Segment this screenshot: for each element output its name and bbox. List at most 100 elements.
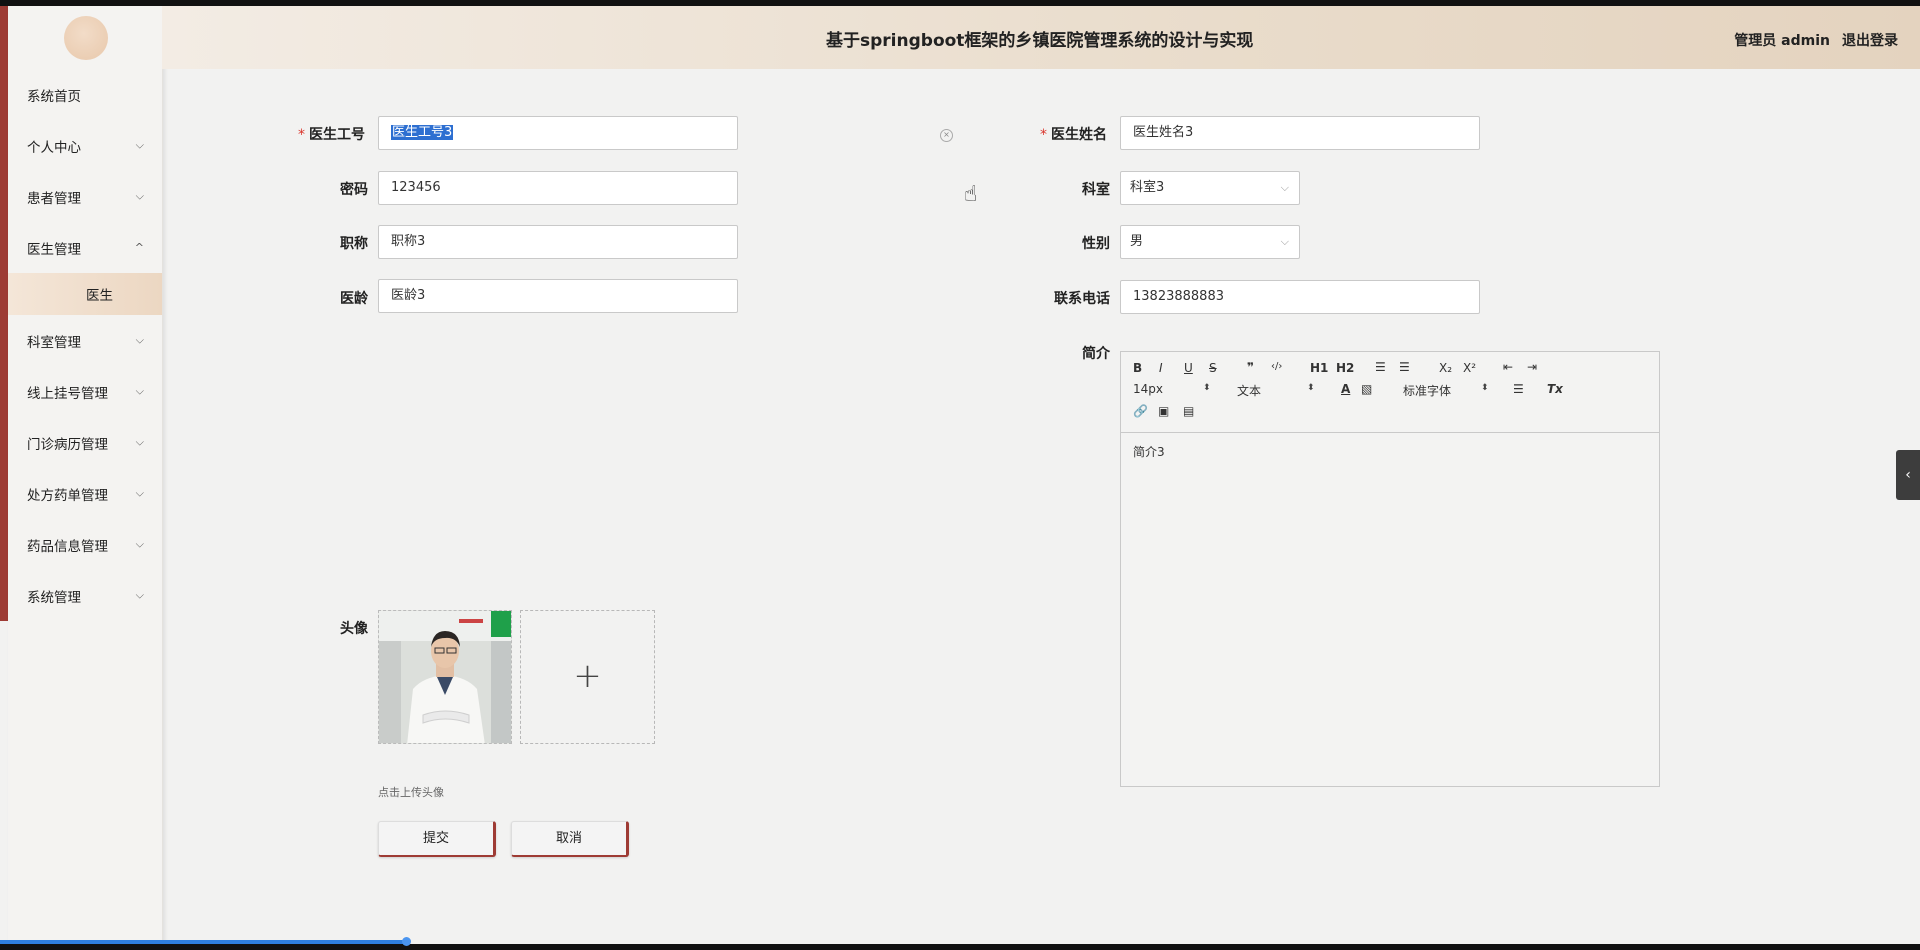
- avatar-image[interactable]: [378, 610, 512, 744]
- left-accent-bar: [0, 6, 8, 621]
- sidebar-item-home[interactable]: 系统首页: [8, 69, 162, 120]
- selected-text: 医生工号3: [391, 125, 454, 140]
- required-mark: *: [298, 127, 305, 143]
- plus-icon: +: [573, 656, 602, 697]
- page-title: 基于springboot框架的乡镇医院管理系统的设计与实现: [826, 31, 1254, 51]
- years-input[interactable]: 医龄3: [378, 279, 738, 313]
- clear-format-button[interactable]: Tx: [1547, 382, 1563, 396]
- doctor-name-input[interactable]: 医生姓名3: [1120, 116, 1480, 150]
- sidebar-item-label: 患者管理: [27, 190, 81, 207]
- chevron-down-icon: ⌵: [135, 587, 144, 601]
- years-label: 医龄: [340, 291, 368, 307]
- phone-input[interactable]: 13823888883: [1120, 280, 1480, 314]
- sidebar-item-prescriptions[interactable]: 处方药单管理 ⌵: [8, 468, 162, 519]
- chevron-down-icon: ⌵: [1280, 181, 1289, 194]
- sidebar-item-label: 个人中心: [27, 139, 81, 156]
- sidebar-item-label: 医生管理: [27, 241, 81, 258]
- header: 基于springboot框架的乡镇医院管理系统的设计与实现 管理员 admin …: [162, 6, 1920, 69]
- submit-button[interactable]: 提交: [378, 821, 496, 857]
- avatar-upload-hint: 点击上传头像: [378, 786, 444, 799]
- hand-cursor-icon: ☝: [964, 182, 978, 207]
- h1-button[interactable]: H1: [1310, 361, 1328, 375]
- highlight-icon[interactable]: ▧: [1361, 382, 1372, 396]
- title-input[interactable]: 职称3: [378, 225, 738, 259]
- doctor-id-input[interactable]: 医生工号3: [378, 116, 738, 150]
- link-icon[interactable]: 🔗: [1133, 404, 1148, 418]
- gender-label: 性别: [1082, 236, 1110, 252]
- font-family-select[interactable]: 标准字体 ⬍: [1403, 382, 1489, 399]
- video-icon[interactable]: ▤: [1183, 404, 1194, 418]
- code-button[interactable]: ‹/›: [1271, 361, 1282, 372]
- sidebar-item-label: 科室管理: [27, 334, 81, 351]
- align-icon[interactable]: ☰: [1513, 382, 1524, 396]
- chevron-up-icon: ^: [134, 240, 144, 254]
- rich-text-editor: B I U S ❞ ‹/› H1 H2 ☰ ☰ X₂ X² ⇤ ⇥ 14px ⬍ …: [1120, 351, 1660, 787]
- intro-label: 简介: [1082, 346, 1110, 362]
- sidebar-item-label: 系统首页: [27, 88, 81, 105]
- cancel-button[interactable]: 取消: [511, 821, 629, 857]
- h2-button[interactable]: H2: [1336, 361, 1354, 375]
- font-size-select[interactable]: 14px ⬍: [1133, 382, 1211, 396]
- doctor-name-label: * 医生姓名: [1040, 127, 1107, 143]
- chevron-left-icon[interactable]: ‹: [1896, 450, 1920, 500]
- ordered-list-icon[interactable]: ☰: [1375, 360, 1386, 374]
- chevron-down-icon: ⌵: [135, 188, 144, 202]
- gender-select[interactable]: 男 ⌵: [1120, 225, 1300, 259]
- editor-toolbar: B I U S ❞ ‹/› H1 H2 ☰ ☰ X₂ X² ⇤ ⇥ 14px ⬍ …: [1121, 352, 1659, 433]
- sidebar-item-label: 医生: [86, 288, 113, 304]
- sidebar-menu: 系统首页 个人中心 ⌵ 患者管理 ⌵ 医生管理 ^ 医生 科室管理 ⌵ 线上挂号管理 ⌵ …: [8, 69, 162, 621]
- sidebar-item-drug-info[interactable]: 药品信息管理 ⌵: [8, 519, 162, 570]
- logout-link[interactable]: 退出登录: [1842, 30, 1898, 50]
- video-progress-bar[interactable]: [0, 940, 408, 944]
- bullet-list-icon[interactable]: ☰: [1399, 360, 1410, 374]
- subscript-button[interactable]: X₂: [1439, 361, 1452, 375]
- chevron-down-icon: ⌵: [135, 383, 144, 397]
- font-color-button[interactable]: A: [1341, 382, 1350, 396]
- avatar-label: 头像: [340, 621, 368, 637]
- chevron-down-icon: ⌵: [135, 434, 144, 448]
- password-input[interactable]: 123456: [378, 171, 738, 205]
- editor-content[interactable]: 简介3: [1133, 443, 1165, 460]
- sidebar-item-label: 门诊病历管理: [27, 436, 108, 453]
- sidebar-item-online-registration[interactable]: 线上挂号管理 ⌵: [8, 366, 162, 417]
- italic-button[interactable]: I: [1159, 361, 1163, 375]
- sidebar-item-label: 线上挂号管理: [27, 385, 108, 402]
- sidebar-item-label: 系统管理: [27, 589, 81, 606]
- sidebar-item-label: 药品信息管理: [27, 538, 108, 555]
- department-label: 科室: [1082, 182, 1110, 198]
- department-select[interactable]: 科室3 ⌵: [1120, 171, 1300, 205]
- updown-icon: ⬍: [1307, 383, 1315, 393]
- underline-button[interactable]: U: [1184, 361, 1193, 375]
- sidebar-item-personal-center[interactable]: 个人中心 ⌵: [8, 120, 162, 171]
- sidebar-item-patients[interactable]: 患者管理 ⌵: [8, 171, 162, 222]
- department-value: 科室3: [1130, 180, 1165, 195]
- phone-label: 联系电话: [1054, 291, 1110, 307]
- image-icon[interactable]: ▣: [1158, 404, 1169, 418]
- avatar-upload-button[interactable]: +: [520, 610, 655, 744]
- blockquote-button[interactable]: ❞: [1247, 360, 1254, 374]
- doctor-photo: [379, 611, 511, 743]
- gender-value: 男: [1130, 234, 1144, 249]
- outdent-icon[interactable]: ⇤: [1503, 360, 1513, 374]
- clear-icon[interactable]: ×: [940, 129, 953, 142]
- doctor-id-label: * 医生工号: [298, 127, 365, 143]
- sidebar-item-system[interactable]: 系统管理 ⌵: [8, 570, 162, 621]
- indent-icon[interactable]: ⇥: [1527, 360, 1537, 374]
- sidebar: 系统首页 个人中心 ⌵ 患者管理 ⌵ 医生管理 ^ 医生 科室管理 ⌵ 线上挂号管理 ⌵ …: [8, 6, 163, 944]
- block-type-select[interactable]: 文本 ⬍: [1237, 382, 1315, 399]
- sidebar-item-doctors[interactable]: 医生管理 ^: [8, 222, 162, 273]
- sidebar-item-outpatient-records[interactable]: 门诊病历管理 ⌵: [8, 417, 162, 468]
- chevron-down-icon: ⌵: [135, 485, 144, 499]
- progress-handle[interactable]: [402, 937, 411, 946]
- sidebar-subitem-doctor[interactable]: 医生: [8, 273, 162, 315]
- password-label: 密码: [340, 182, 368, 198]
- sidebar-item-departments[interactable]: 科室管理 ⌵: [8, 315, 162, 366]
- current-user: 管理员 admin: [1734, 33, 1830, 49]
- app-screen: 系统首页 个人中心 ⌵ 患者管理 ⌵ 医生管理 ^ 医生 科室管理 ⌵ 线上挂号管理 ⌵ …: [0, 6, 1920, 944]
- chevron-down-icon: ⌵: [1280, 235, 1289, 248]
- strike-button[interactable]: S: [1209, 361, 1217, 375]
- superscript-button[interactable]: X²: [1463, 361, 1476, 375]
- title-label: 职称: [340, 236, 368, 252]
- bold-button[interactable]: B: [1133, 361, 1142, 375]
- required-mark: *: [1040, 127, 1047, 143]
